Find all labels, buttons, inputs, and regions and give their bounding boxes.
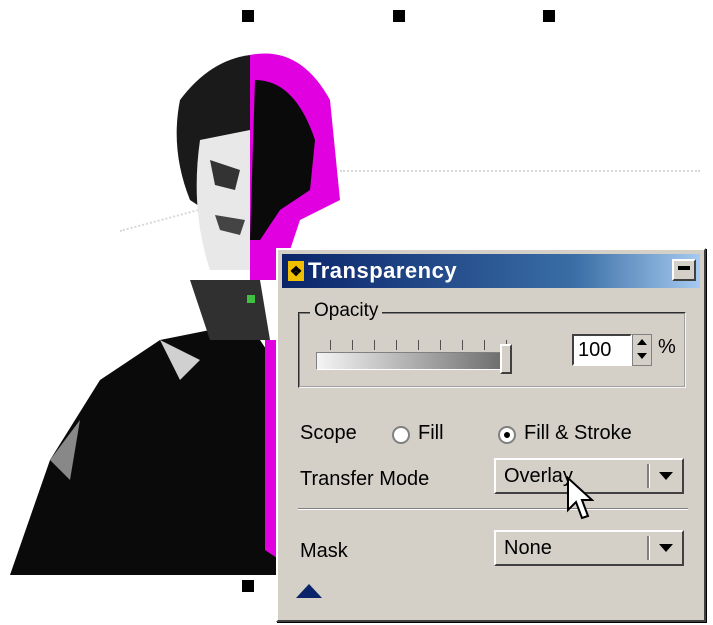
dropdown-separator xyxy=(647,464,650,488)
selection-handle[interactable] xyxy=(242,580,254,592)
mask-triangle-icon xyxy=(296,584,322,598)
scope-fill-stroke-radio[interactable] xyxy=(498,426,516,444)
mouse-cursor-icon xyxy=(567,476,594,520)
opacity-slider-track[interactable] xyxy=(316,352,508,370)
mask-dropdown[interactable]: None xyxy=(494,530,684,566)
transparency-panel: ❖ Transparency Opacity 100 % Scope Fill … xyxy=(276,248,706,622)
slider-tick xyxy=(374,340,375,350)
opacity-spinner[interactable] xyxy=(632,334,652,366)
slider-tick xyxy=(396,340,397,350)
transfer-mode-value: Overlay xyxy=(504,465,573,487)
chevron-down-icon[interactable] xyxy=(659,544,673,552)
mask-value: None xyxy=(504,537,552,559)
opacity-group: Opacity 100 % xyxy=(298,300,686,388)
transfer-mode-label: Transfer Mode xyxy=(300,468,430,490)
spinner-up-icon[interactable] xyxy=(637,339,647,345)
selection-handle[interactable] xyxy=(543,10,555,22)
opacity-unit: % xyxy=(658,336,676,358)
mask-label: Mask xyxy=(300,540,348,562)
slider-tick xyxy=(462,340,463,350)
scope-fill-radio[interactable] xyxy=(392,426,410,444)
slider-tick xyxy=(352,340,353,350)
opacity-slider-thumb[interactable] xyxy=(500,344,512,374)
selection-handle[interactable] xyxy=(242,10,254,22)
scope-label: Scope xyxy=(300,422,357,444)
selection-handle[interactable] xyxy=(393,10,405,22)
dropdown-separator xyxy=(647,536,650,560)
chevron-down-icon[interactable] xyxy=(659,472,673,480)
panel-app-icon: ❖ xyxy=(288,261,304,281)
spinner-down-icon[interactable] xyxy=(637,353,647,359)
scope-fill-stroke-label[interactable]: Fill & Stroke xyxy=(524,422,632,445)
minimize-button[interactable] xyxy=(672,259,696,281)
opacity-input[interactable]: 100 xyxy=(572,334,632,366)
divider xyxy=(298,508,688,510)
scope-fill-label[interactable]: Fill xyxy=(418,422,444,445)
opacity-group-label: Opacity xyxy=(310,300,383,322)
panel-title: Transparency xyxy=(308,258,458,283)
slider-tick xyxy=(484,340,485,350)
slider-tick xyxy=(418,340,419,350)
slider-tick xyxy=(440,340,441,350)
panel-titlebar[interactable]: ❖ Transparency xyxy=(282,254,700,288)
guide-line xyxy=(340,170,700,172)
slider-tick xyxy=(330,340,331,350)
